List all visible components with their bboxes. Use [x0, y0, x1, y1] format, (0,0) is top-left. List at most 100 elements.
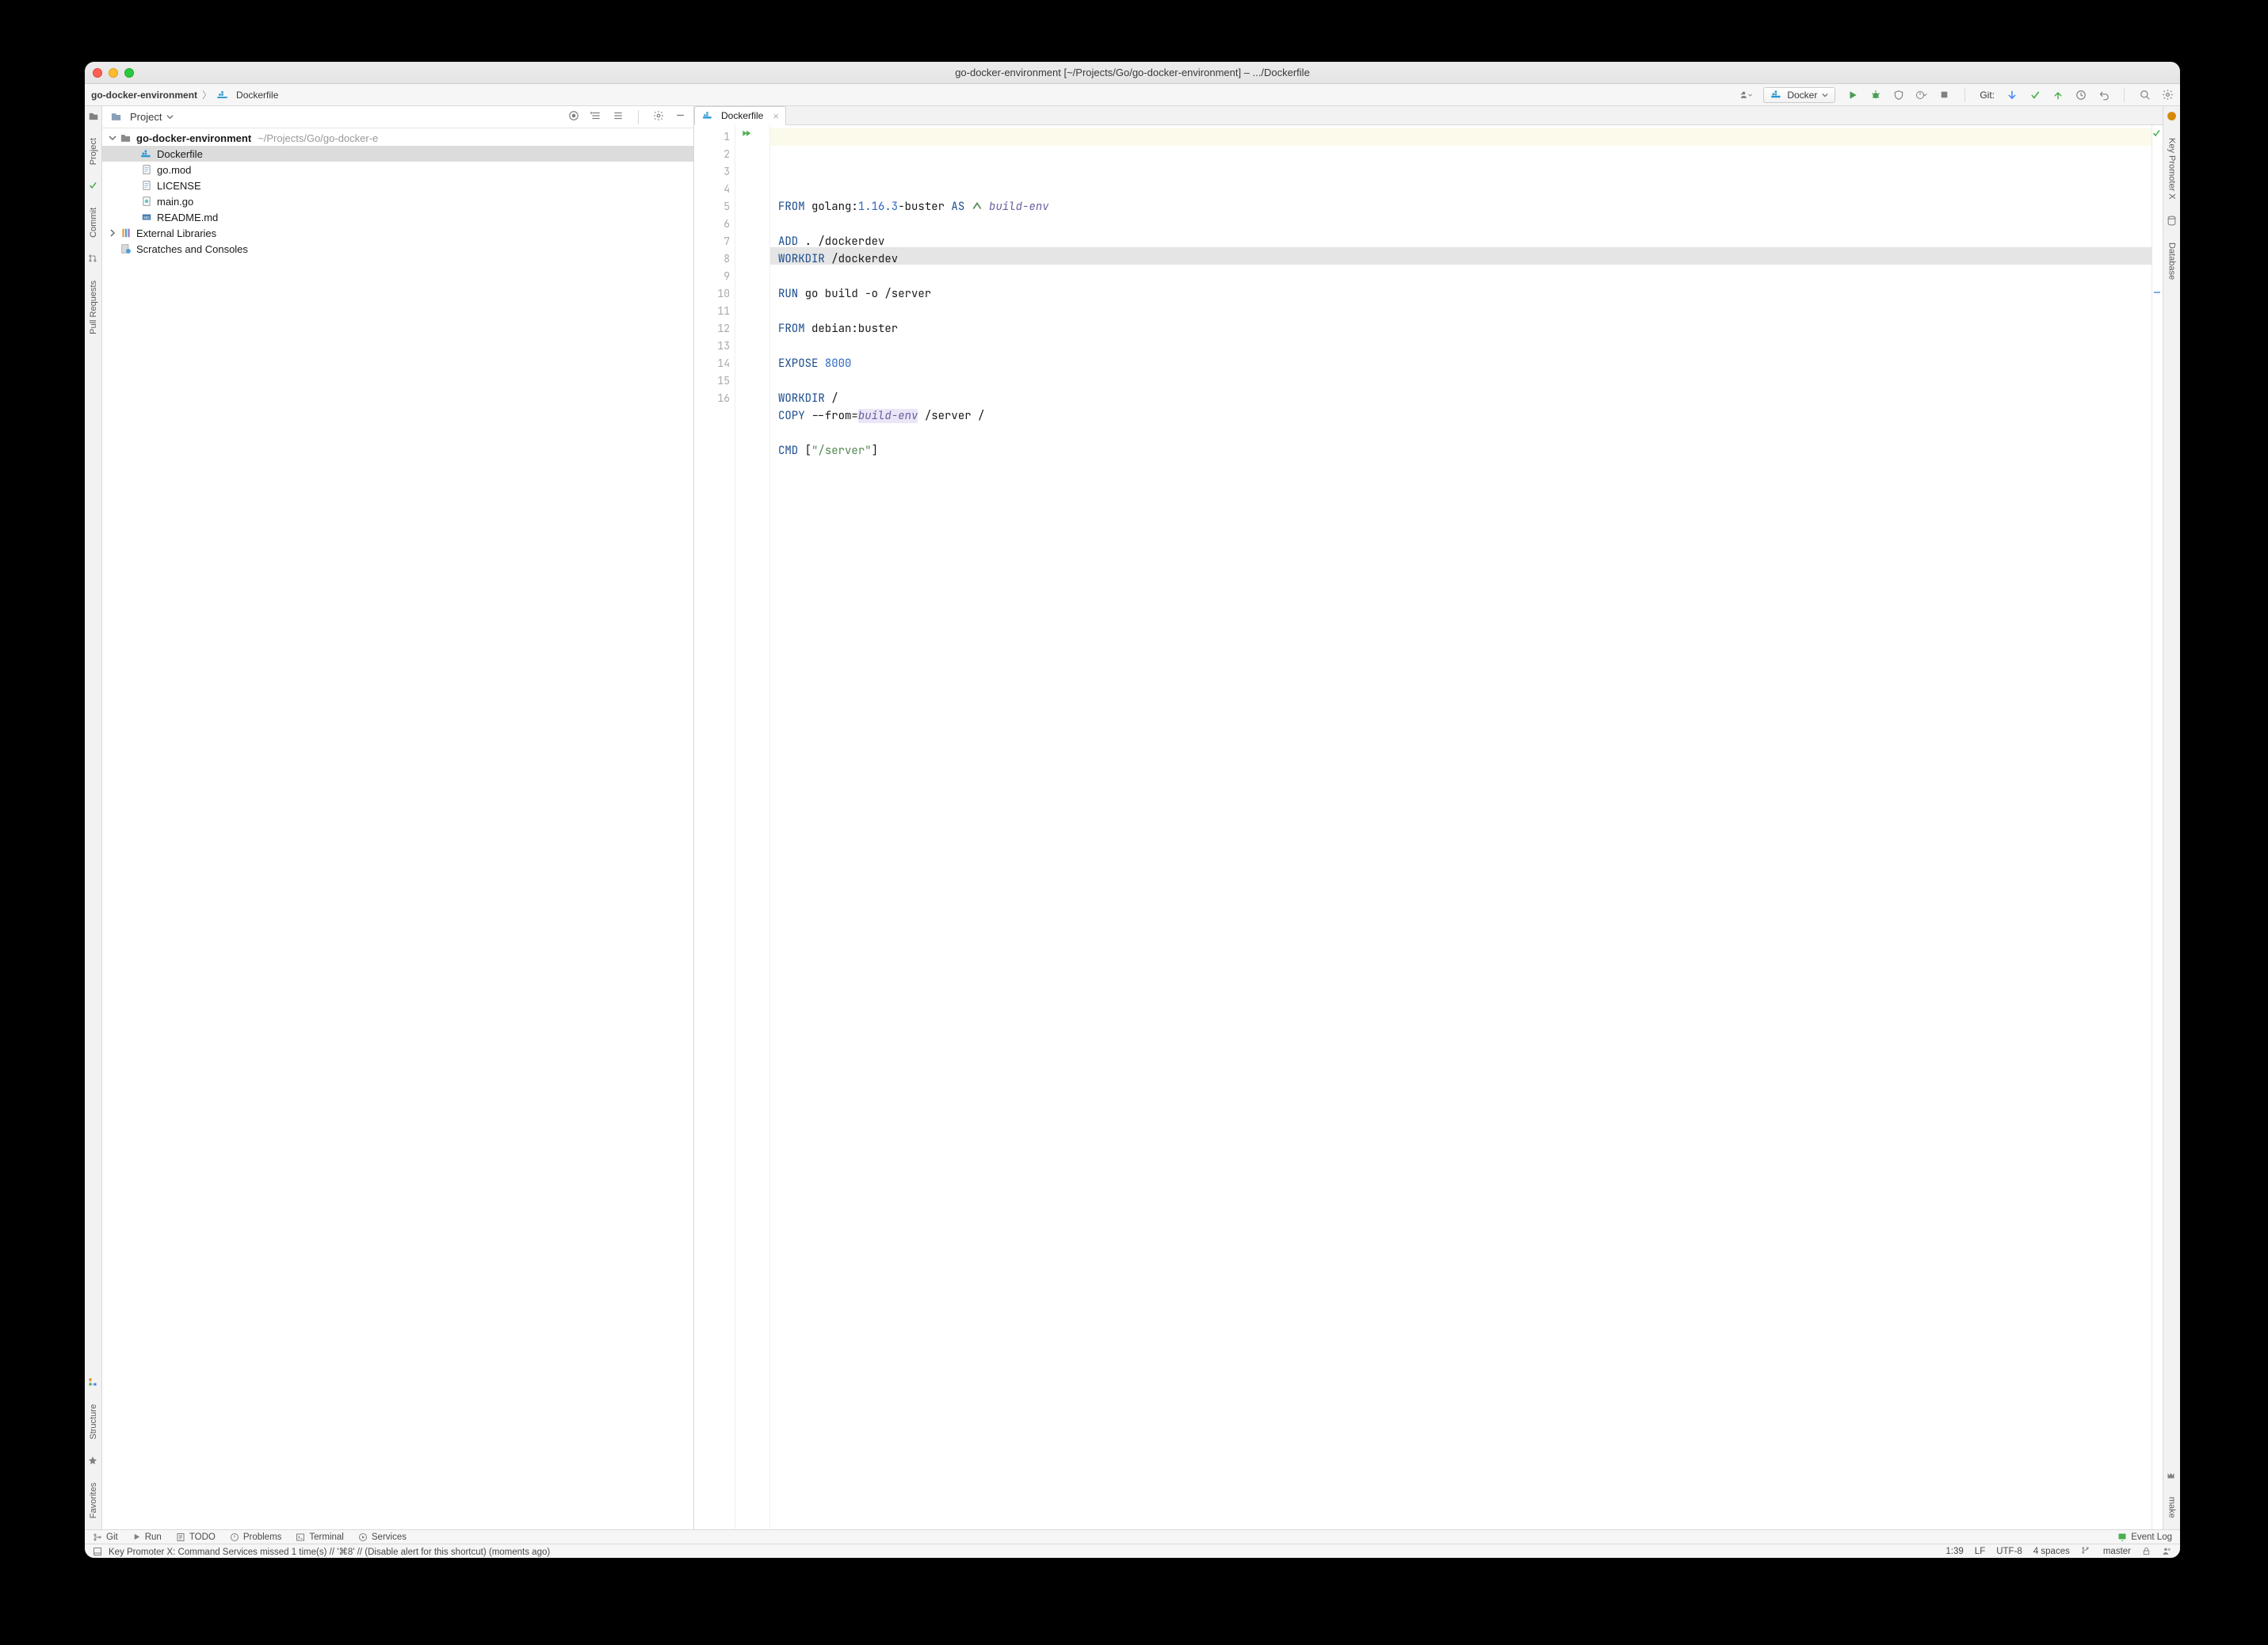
code-line[interactable]: CMD ["/server"] [778, 442, 2152, 460]
git-history-icon[interactable] [2075, 89, 2087, 101]
search-icon[interactable] [2139, 89, 2151, 101]
bottom-git[interactable]: Git [93, 1532, 118, 1542]
strip-marker[interactable] [2154, 292, 2160, 293]
close-tab-icon[interactable]: × [768, 110, 779, 122]
bottom-services[interactable]: Services [358, 1532, 407, 1542]
bottom-problems[interactable]: Problems [230, 1532, 282, 1542]
tree-file-license[interactable]: LICENSE [102, 177, 693, 193]
inspection-ok-icon[interactable] [2152, 128, 2161, 138]
libraries-icon [120, 227, 132, 239]
code-line[interactable] [778, 372, 2152, 390]
code-area[interactable]: FROM golang:1.16.3-buster AS build-env AD… [770, 125, 2152, 1529]
current-line-highlight [770, 128, 2152, 146]
chevron-right-icon[interactable] [107, 227, 118, 239]
chevron-down-icon[interactable] [107, 132, 118, 143]
code-line[interactable] [778, 460, 2152, 477]
rail-database[interactable]: Database [2167, 236, 2177, 286]
tree-scratches[interactable]: Scratches and Consoles [102, 241, 693, 257]
status-encoding[interactable]: UTF-8 [1996, 1547, 2022, 1556]
tree-file-label: Dockerfile [157, 148, 203, 160]
line-number-gutter[interactable]: 12345678910111213141516 [694, 125, 735, 1529]
code-line[interactable] [778, 303, 2152, 320]
minimize-window-button[interactable] [109, 68, 118, 78]
status-message[interactable]: Key Promoter X: Command Services missed … [109, 1546, 550, 1557]
project-panel-title[interactable]: Project [130, 111, 162, 123]
git-update-icon[interactable] [2006, 89, 2018, 101]
rail-project[interactable]: Project [89, 132, 98, 171]
status-line-separator[interactable]: LF [1975, 1547, 1985, 1556]
ide-window: go-docker-environment [~/Projects/Go/go-… [85, 62, 2180, 1558]
run-line-marker-icon[interactable] [740, 129, 753, 140]
status-indent[interactable]: 4 spaces [2033, 1547, 2070, 1556]
code-line[interactable]: WORKDIR / [778, 390, 2152, 407]
project-rail-icon [88, 111, 99, 122]
tree-external-libraries[interactable]: External Libraries [102, 225, 693, 241]
make-rail-icon [2167, 1470, 2178, 1481]
breadcrumb-file[interactable]: Dockerfile [236, 90, 278, 101]
code-line[interactable]: WORKDIR /dockerdev [778, 250, 2152, 268]
profile-button-icon[interactable] [1915, 89, 1927, 101]
code-line[interactable] [778, 425, 2152, 442]
run-button-icon[interactable] [1846, 89, 1858, 101]
breadcrumb-project[interactable]: go-docker-environment [91, 90, 197, 101]
tree-file-dockerfile[interactable]: Dockerfile [102, 146, 693, 162]
rail-favorites[interactable]: Favorites [89, 1476, 98, 1525]
expand-all-icon[interactable] [590, 110, 601, 124]
panel-settings-gear-icon[interactable] [653, 110, 664, 124]
status-inspection-profile-icon[interactable] [2162, 1546, 2172, 1556]
code-line[interactable] [778, 268, 2152, 285]
chevron-down-icon[interactable] [166, 113, 174, 120]
docker-icon [1770, 89, 1782, 101]
code-line[interactable]: EXPOSE 8000 [778, 355, 2152, 372]
status-lock-icon[interactable] [2142, 1547, 2151, 1555]
project-view-icon [110, 111, 122, 123]
rail-pull-requests[interactable]: Pull Requests [89, 274, 98, 341]
code-line[interactable]: ADD . /dockerdev [778, 233, 2152, 250]
close-window-button[interactable] [93, 68, 102, 78]
database-rail-icon [2167, 216, 2178, 227]
editor-tab-label: Dockerfile [721, 110, 763, 121]
previous-stage-gutter-icon[interactable] [972, 200, 983, 214]
project-tree[interactable]: go-docker-environment ~/Projects/Go/go-d… [102, 128, 693, 1529]
bottom-todo[interactable]: TODO [176, 1532, 216, 1542]
code-line[interactable]: FROM debian:buster [778, 320, 2152, 338]
rail-structure[interactable]: Structure [89, 1398, 98, 1446]
git-commit-icon[interactable] [2029, 89, 2041, 101]
bottom-event-log[interactable]: Event Log [2117, 1532, 2172, 1542]
git-rollback-icon[interactable] [2098, 89, 2110, 101]
status-caret-position[interactable]: 1:39 [1945, 1547, 1963, 1556]
hide-panel-icon[interactable] [675, 110, 685, 124]
code-line[interactable]: RUN go build -o /server [778, 285, 2152, 303]
select-opened-file-icon[interactable] [568, 110, 579, 124]
rail-commit[interactable]: Commit [89, 201, 98, 244]
tree-file-go-mod[interactable]: go.mod [102, 162, 693, 177]
run-config-selector[interactable]: Docker [1763, 87, 1835, 103]
tree-file-main-go[interactable]: main.go [102, 193, 693, 209]
tree-file-readme-md[interactable]: MDREADME.md [102, 209, 693, 225]
editor-tab-dockerfile[interactable]: Dockerfile × [694, 106, 786, 125]
bottom-run[interactable]: Run [132, 1532, 162, 1542]
rail-key-promoter[interactable]: Key Promoter X [2167, 132, 2177, 206]
run-gutter[interactable] [735, 125, 770, 1529]
zoom-window-button[interactable] [124, 68, 134, 78]
code-line[interactable]: FROM golang:1.16.3-buster AS build-env [778, 198, 2152, 216]
code-line[interactable]: COPY --from=build-env /server / [778, 407, 2152, 425]
coverage-button-icon[interactable] [1892, 89, 1904, 101]
debug-button-icon[interactable] [1869, 89, 1881, 101]
stop-button-icon[interactable] [1938, 89, 1950, 101]
rail-make[interactable]: make [2167, 1490, 2177, 1525]
tool-windows-quick-access-icon[interactable] [93, 1547, 102, 1556]
code-line[interactable] [778, 216, 2152, 233]
collapse-all-icon[interactable] [613, 110, 624, 124]
git-push-icon[interactable] [2052, 89, 2064, 101]
tree-file-label: LICENSE [157, 180, 201, 192]
settings-gear-icon[interactable] [2162, 89, 2174, 101]
tree-external-libraries-label: External Libraries [136, 227, 216, 239]
scratches-icon [120, 243, 132, 255]
code-line[interactable] [778, 338, 2152, 355]
tree-root[interactable]: go-docker-environment ~/Projects/Go/go-d… [102, 130, 693, 146]
bottom-terminal[interactable]: Terminal [296, 1532, 343, 1542]
add-users-icon[interactable] [1740, 89, 1752, 101]
analysis-strip[interactable] [2152, 125, 2163, 1529]
status-git-branch[interactable]: master [2081, 1546, 2131, 1556]
